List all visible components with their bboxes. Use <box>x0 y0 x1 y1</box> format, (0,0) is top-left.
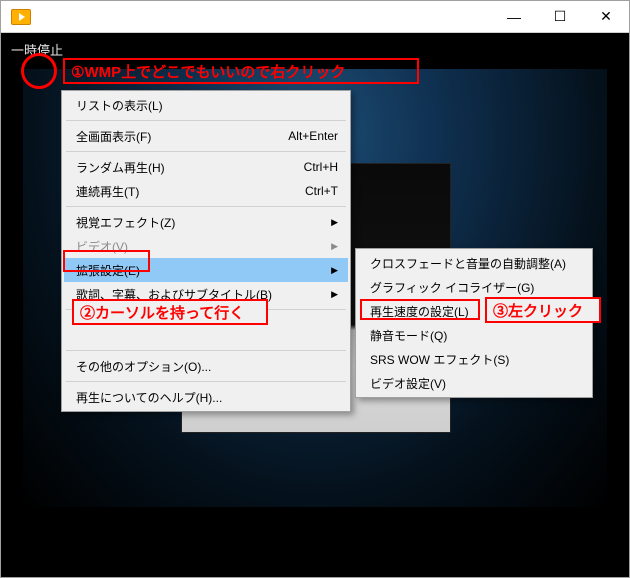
context-menu: リストの表示(L) 全画面表示(F) Alt+Enter ランダム再生(H) C… <box>61 90 351 412</box>
annotation-circle <box>21 53 57 89</box>
chevron-right-icon: ▶ <box>331 241 338 252</box>
menu-shuffle[interactable]: ランダム再生(H) Ctrl+H <box>64 155 348 179</box>
menu-visual-effects[interactable]: 視覚エフェクト(Z) ▶ <box>64 210 348 234</box>
menu-separator <box>66 381 346 382</box>
title-bar: — ☐ ✕ <box>1 1 629 33</box>
menu-enhancements-label: 拡張設定(E) <box>76 262 140 279</box>
menu-fullscreen-shortcut: Alt+Enter <box>288 129 338 143</box>
context-submenu-enhancements: クロスフェードと音量の自動調整(A) グラフィック イコライザー(G) 再生速度… <box>355 248 593 398</box>
window-root: — ☐ ✕ L U V 一時停止 ①WMP上でどこでもいいので右クリック リスト… <box>0 0 630 578</box>
submenu-crossfade-label: クロスフェードと音量の自動調整(A) <box>370 255 566 272</box>
submenu-graphic-eq-label: グラフィック イコライザー(G) <box>370 279 534 296</box>
submenu-srs-wow-label: SRS WOW エフェクト(S) <box>370 351 509 368</box>
menu-repeat[interactable]: 連続再生(T) Ctrl+T <box>64 179 348 203</box>
menu-separator <box>66 350 346 351</box>
menu-show-list[interactable]: リストの表示(L) <box>64 93 348 117</box>
submenu-play-speed-label: 再生速度の設定(L) <box>370 303 469 320</box>
menu-separator <box>66 206 346 207</box>
menu-separator <box>66 120 346 121</box>
menu-video-label: ビデオ(V) <box>76 238 128 255</box>
menu-video[interactable]: ビデオ(V) ▶ <box>64 234 348 258</box>
submenu-srs-wow[interactable]: SRS WOW エフェクト(S) <box>358 347 590 371</box>
submenu-graphic-eq[interactable]: グラフィック イコライザー(G) <box>358 275 590 299</box>
annotation-step1: ①WMP上でどこでもいいので右クリック <box>63 58 419 84</box>
menu-fullscreen-label: 全画面表示(F) <box>76 128 151 145</box>
menu-enhancements[interactable]: 拡張設定(E) ▶ <box>64 258 348 282</box>
submenu-quiet-mode[interactable]: 静音モード(Q) <box>358 323 590 347</box>
annotation-step3: ③左クリック <box>485 297 601 323</box>
menu-visual-effects-label: 視覚エフェクト(Z) <box>76 214 175 231</box>
close-button[interactable]: ✕ <box>583 1 629 32</box>
menu-fullscreen[interactable]: 全画面表示(F) Alt+Enter <box>64 124 348 148</box>
submenu-video-settings-label: ビデオ設定(V) <box>370 375 446 392</box>
play-icon <box>11 9 31 25</box>
menu-shuffle-shortcut: Ctrl+H <box>304 160 338 174</box>
submenu-video-settings[interactable]: ビデオ設定(V) <box>358 371 590 395</box>
chevron-right-icon: ▶ <box>331 217 338 228</box>
submenu-quiet-mode-label: 静音モード(Q) <box>370 327 447 344</box>
menu-repeat-label: 連続再生(T) <box>76 183 139 200</box>
menu-help-label: 再生についてのヘルプ(H)... <box>76 389 222 406</box>
minimize-button[interactable]: — <box>491 1 537 32</box>
menu-other-options[interactable]: その他のオプション(O)... <box>64 354 348 378</box>
menu-other-options-label: その他のオプション(O)... <box>76 358 211 375</box>
maximize-button[interactable]: ☐ <box>537 1 583 32</box>
menu-separator <box>66 151 346 152</box>
submenu-crossfade[interactable]: クロスフェードと音量の自動調整(A) <box>358 251 590 275</box>
chevron-right-icon: ▶ <box>331 289 338 300</box>
chevron-right-icon: ▶ <box>331 265 338 276</box>
menu-shuffle-label: ランダム再生(H) <box>76 159 165 176</box>
menu-repeat-shortcut: Ctrl+T <box>305 184 338 198</box>
menu-show-list-label: リストの表示(L) <box>76 97 163 114</box>
wmp-app-icon <box>7 3 35 31</box>
menu-help[interactable]: 再生についてのヘルプ(H)... <box>64 385 348 409</box>
player-stage[interactable]: L U V 一時停止 ①WMP上でどこでもいいので右クリック リストの表示(L)… <box>1 33 629 577</box>
annotation-step2: ②カーソルを持って行く <box>72 299 268 325</box>
